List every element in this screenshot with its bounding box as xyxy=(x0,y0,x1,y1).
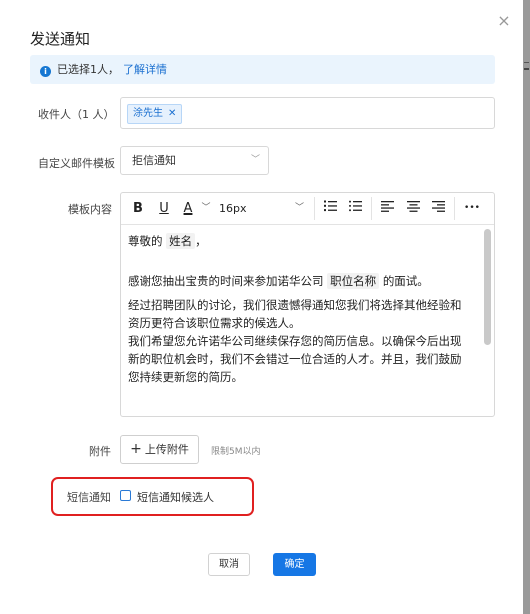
template-select[interactable]: 拒信通知 ﹀ xyxy=(120,146,269,175)
toolbar-divider xyxy=(371,197,372,220)
page-scrollbar[interactable] xyxy=(523,0,530,614)
template-label: 自定义邮件模板 xyxy=(38,157,115,170)
font-size-chevron-icon: ﹀ xyxy=(295,203,305,213)
font-size-value: 16px xyxy=(219,202,247,215)
bullet-list-icon[interactable] xyxy=(346,193,364,224)
font-size-select[interactable]: 16px ﹀ xyxy=(219,193,309,224)
sms-label: 短信通知 xyxy=(67,491,111,504)
close-icon[interactable]: × xyxy=(497,13,511,29)
info-text: 已选择1人， xyxy=(57,63,119,76)
recipient-tag: 涂先生 ✕ xyxy=(127,104,183,124)
recipient-tag-label: 涂先生 xyxy=(133,108,163,119)
chevron-down-icon: ﹀ xyxy=(250,155,260,165)
font-color-button[interactable]: A xyxy=(179,193,197,224)
greeting-prefix: 尊敬的 xyxy=(128,234,163,248)
plus-icon: + xyxy=(130,441,142,457)
paragraph-decision: 经过招聘团队的讨论，我们很遗憾得通知您我们将选择其他经验和资历更符合该职位需求的… xyxy=(128,298,462,330)
font-color-chevron-icon[interactable]: ﹀ xyxy=(199,193,213,224)
content-label: 模板内容 xyxy=(68,203,112,216)
name-variable: 姓名 xyxy=(166,233,196,249)
greeting-suffix: ， xyxy=(195,234,207,248)
thanks-suffix: 的面试。 xyxy=(382,274,429,288)
ordered-list-icon[interactable] xyxy=(321,193,339,224)
info-icon: i xyxy=(40,66,51,77)
cancel-button[interactable]: 取消 xyxy=(208,553,250,576)
align-center-icon[interactable] xyxy=(404,193,422,224)
position-variable: 职位名称 xyxy=(327,273,380,289)
toolbar-divider xyxy=(314,197,315,220)
editor-scrollbar[interactable] xyxy=(484,229,491,345)
recipients-label: 收件人（1 人） xyxy=(38,108,115,121)
recipients-field[interactable]: 涂先生 ✕ xyxy=(120,97,495,129)
sms-candidate-checkbox[interactable] xyxy=(120,490,131,501)
remove-tag-icon[interactable]: ✕ xyxy=(168,108,176,119)
bold-button[interactable]: B xyxy=(129,193,147,224)
template-select-value: 拒信通知 xyxy=(132,154,176,167)
align-left-icon[interactable] xyxy=(378,193,396,224)
editor-toolbar: B U A ﹀ 16px ﹀ ••• xyxy=(121,193,494,225)
upload-limit-hint: 限制5M以内 xyxy=(211,447,261,457)
paragraph-thanks: 感谢您抽出宝贵的时间来参加诺华公司 职位名称 的面试。 xyxy=(128,272,464,290)
info-banner: i 已选择1人， 了解详情 xyxy=(30,55,495,84)
underline-button[interactable]: U xyxy=(155,193,173,224)
attachment-label: 附件 xyxy=(89,445,111,458)
confirm-button[interactable]: 确定 xyxy=(273,553,316,576)
more-options-icon[interactable]: ••• xyxy=(461,193,483,224)
sms-checkbox-label[interactable]: 短信通知候选人 xyxy=(137,489,214,505)
upload-button-label: 上传附件 xyxy=(144,443,189,456)
align-right-icon[interactable] xyxy=(429,193,447,224)
editor-content[interactable]: 尊敬的 姓名， 感谢您抽出宝贵的时间来参加诺华公司 职位名称 的面试。 经过招聘… xyxy=(121,225,494,416)
thanks-prefix: 感谢您抽出宝贵的时间来参加诺华公司 xyxy=(128,274,324,288)
toolbar-divider xyxy=(454,197,455,220)
send-notification-dialog: × 发送通知 i 已选择1人， 了解详情 收件人（1 人） 涂先生 ✕ 自定义邮件模板… xyxy=(0,0,523,614)
greeting-line: 尊敬的 姓名， xyxy=(128,232,464,250)
learn-more-link[interactable]: 了解详情 xyxy=(123,63,167,76)
scrollbar-mark xyxy=(524,62,529,63)
dialog-title: 发送通知 xyxy=(30,30,91,48)
scrollbar-mark xyxy=(524,68,529,70)
upload-attachment-button[interactable]: + 上传附件 xyxy=(120,435,199,464)
paragraph-keep-resume: 我们希望您允许诺华公司继续保存您的简历信息。以确保今后出现新的职位机会时，我们不… xyxy=(128,334,462,384)
rich-text-editor[interactable]: B U A ﹀ 16px ﹀ ••• 尊敬的 姓名 ， 感谢您抽出宝贵的时间来参… xyxy=(120,192,495,417)
